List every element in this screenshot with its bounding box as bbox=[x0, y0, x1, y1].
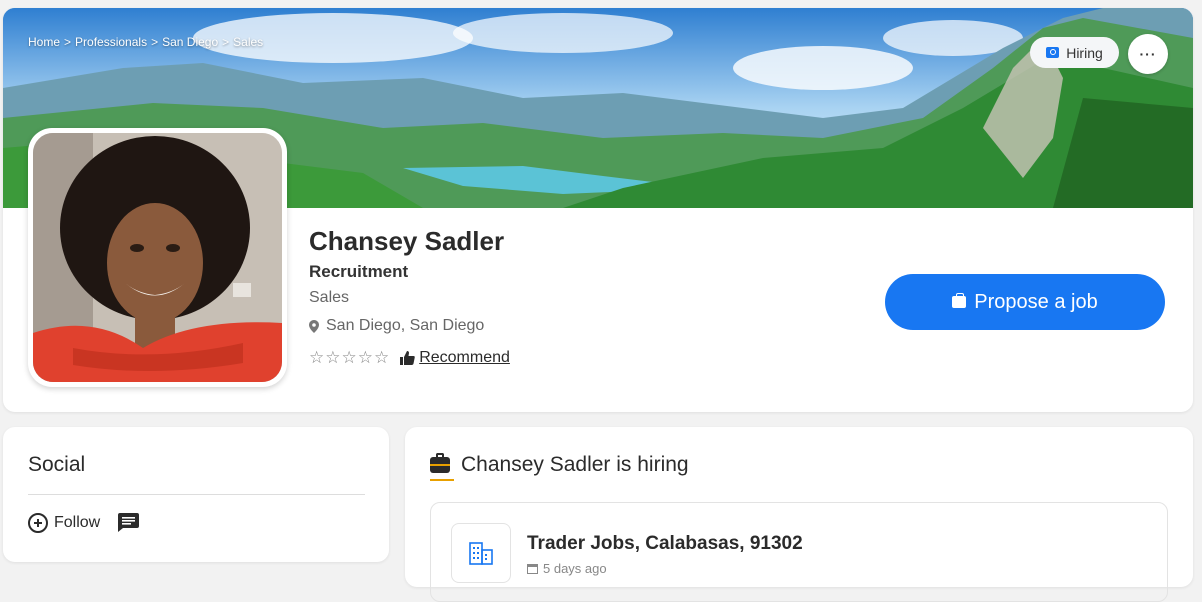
rating-row: ☆☆☆☆☆ Recommend bbox=[309, 348, 510, 368]
job-posted-date: 5 days ago bbox=[527, 561, 607, 576]
avatar bbox=[28, 128, 287, 387]
job-title[interactable]: Trader Jobs, Calabasas, 91302 bbox=[527, 533, 803, 555]
hiring-badge-button[interactable]: Hiring bbox=[1030, 37, 1119, 68]
profile-location: San Diego, San Diego bbox=[309, 317, 484, 335]
location-pin-icon bbox=[309, 319, 319, 333]
breadcrumb-home[interactable]: Home bbox=[28, 35, 60, 49]
briefcase-icon bbox=[952, 293, 967, 308]
more-options-button[interactable]: ··· bbox=[1128, 34, 1168, 74]
profile-card: Home > Professionals > San Diego > Sales… bbox=[3, 8, 1193, 412]
recommend-label: Recommend bbox=[419, 349, 510, 366]
briefcase-icon bbox=[430, 453, 450, 473]
ellipsis-icon: ··· bbox=[1139, 46, 1157, 62]
breadcrumb-professionals[interactable]: Professionals bbox=[75, 35, 147, 49]
divider bbox=[28, 494, 365, 495]
social-card: Social Follow bbox=[3, 427, 389, 562]
hiring-label: Hiring bbox=[1066, 44, 1103, 61]
hiring-heading-text: Chansey Sadler is hiring bbox=[461, 453, 689, 476]
breadcrumb: Home > Professionals > San Diego > Sales bbox=[28, 35, 263, 49]
company-logo bbox=[451, 523, 511, 583]
hiring-heading: Chansey Sadler is hiring bbox=[430, 453, 689, 477]
breadcrumb-san-diego[interactable]: San Diego bbox=[162, 35, 218, 49]
message-icon[interactable] bbox=[118, 513, 139, 532]
breadcrumb-separator: > bbox=[222, 35, 230, 49]
follow-button[interactable]: Follow bbox=[28, 513, 100, 533]
hiring-search-icon bbox=[1046, 47, 1060, 58]
recommend-link[interactable]: Recommend bbox=[400, 349, 510, 367]
breadcrumb-separator: > bbox=[151, 35, 159, 49]
profile-department: Sales bbox=[309, 289, 350, 306]
location-text: San Diego, San Diego bbox=[326, 317, 485, 334]
plus-circle-icon bbox=[28, 513, 48, 533]
heading-underline bbox=[430, 479, 454, 481]
profile-name: Chansey Sadler bbox=[309, 226, 505, 256]
breadcrumb-sales[interactable]: Sales bbox=[233, 35, 263, 49]
breadcrumb-separator: > bbox=[64, 35, 72, 49]
posted-text: 5 days ago bbox=[543, 561, 607, 576]
avatar-photo bbox=[33, 133, 282, 382]
propose-job-label: Propose a job bbox=[974, 290, 1098, 313]
calendar-icon bbox=[527, 564, 538, 574]
thumbs-up-icon bbox=[400, 351, 415, 365]
star-rating[interactable]: ☆☆☆☆☆ bbox=[309, 348, 390, 368]
propose-job-button[interactable]: Propose a job bbox=[885, 274, 1165, 330]
building-icon bbox=[469, 542, 493, 565]
portrait-image bbox=[33, 133, 282, 382]
hiring-card: Chansey Sadler is hiring Trader Jobs, Ca… bbox=[405, 427, 1193, 602]
social-title: Social bbox=[28, 453, 86, 476]
job-listing[interactable]: Trader Jobs, Calabasas, 91302 5 days ago bbox=[430, 502, 1168, 602]
profile-role: Recruitment bbox=[309, 262, 409, 281]
follow-label: Follow bbox=[54, 514, 101, 531]
